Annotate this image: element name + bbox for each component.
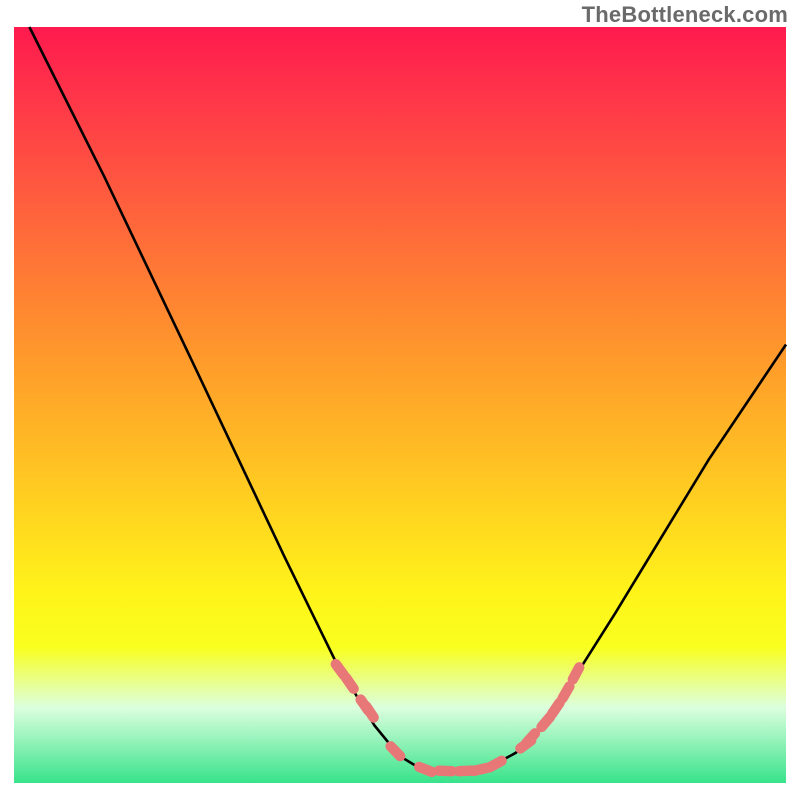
sample-point [339,670,361,696]
sample-point [359,699,381,725]
sample-point [483,754,509,775]
watermark-text: TheBottleneck.com [582,2,788,28]
sample-points-group [328,657,586,779]
chart-svg [14,27,786,783]
chart-frame [14,27,786,783]
sample-point [566,660,586,686]
bottleneck-curve-line [29,27,786,771]
